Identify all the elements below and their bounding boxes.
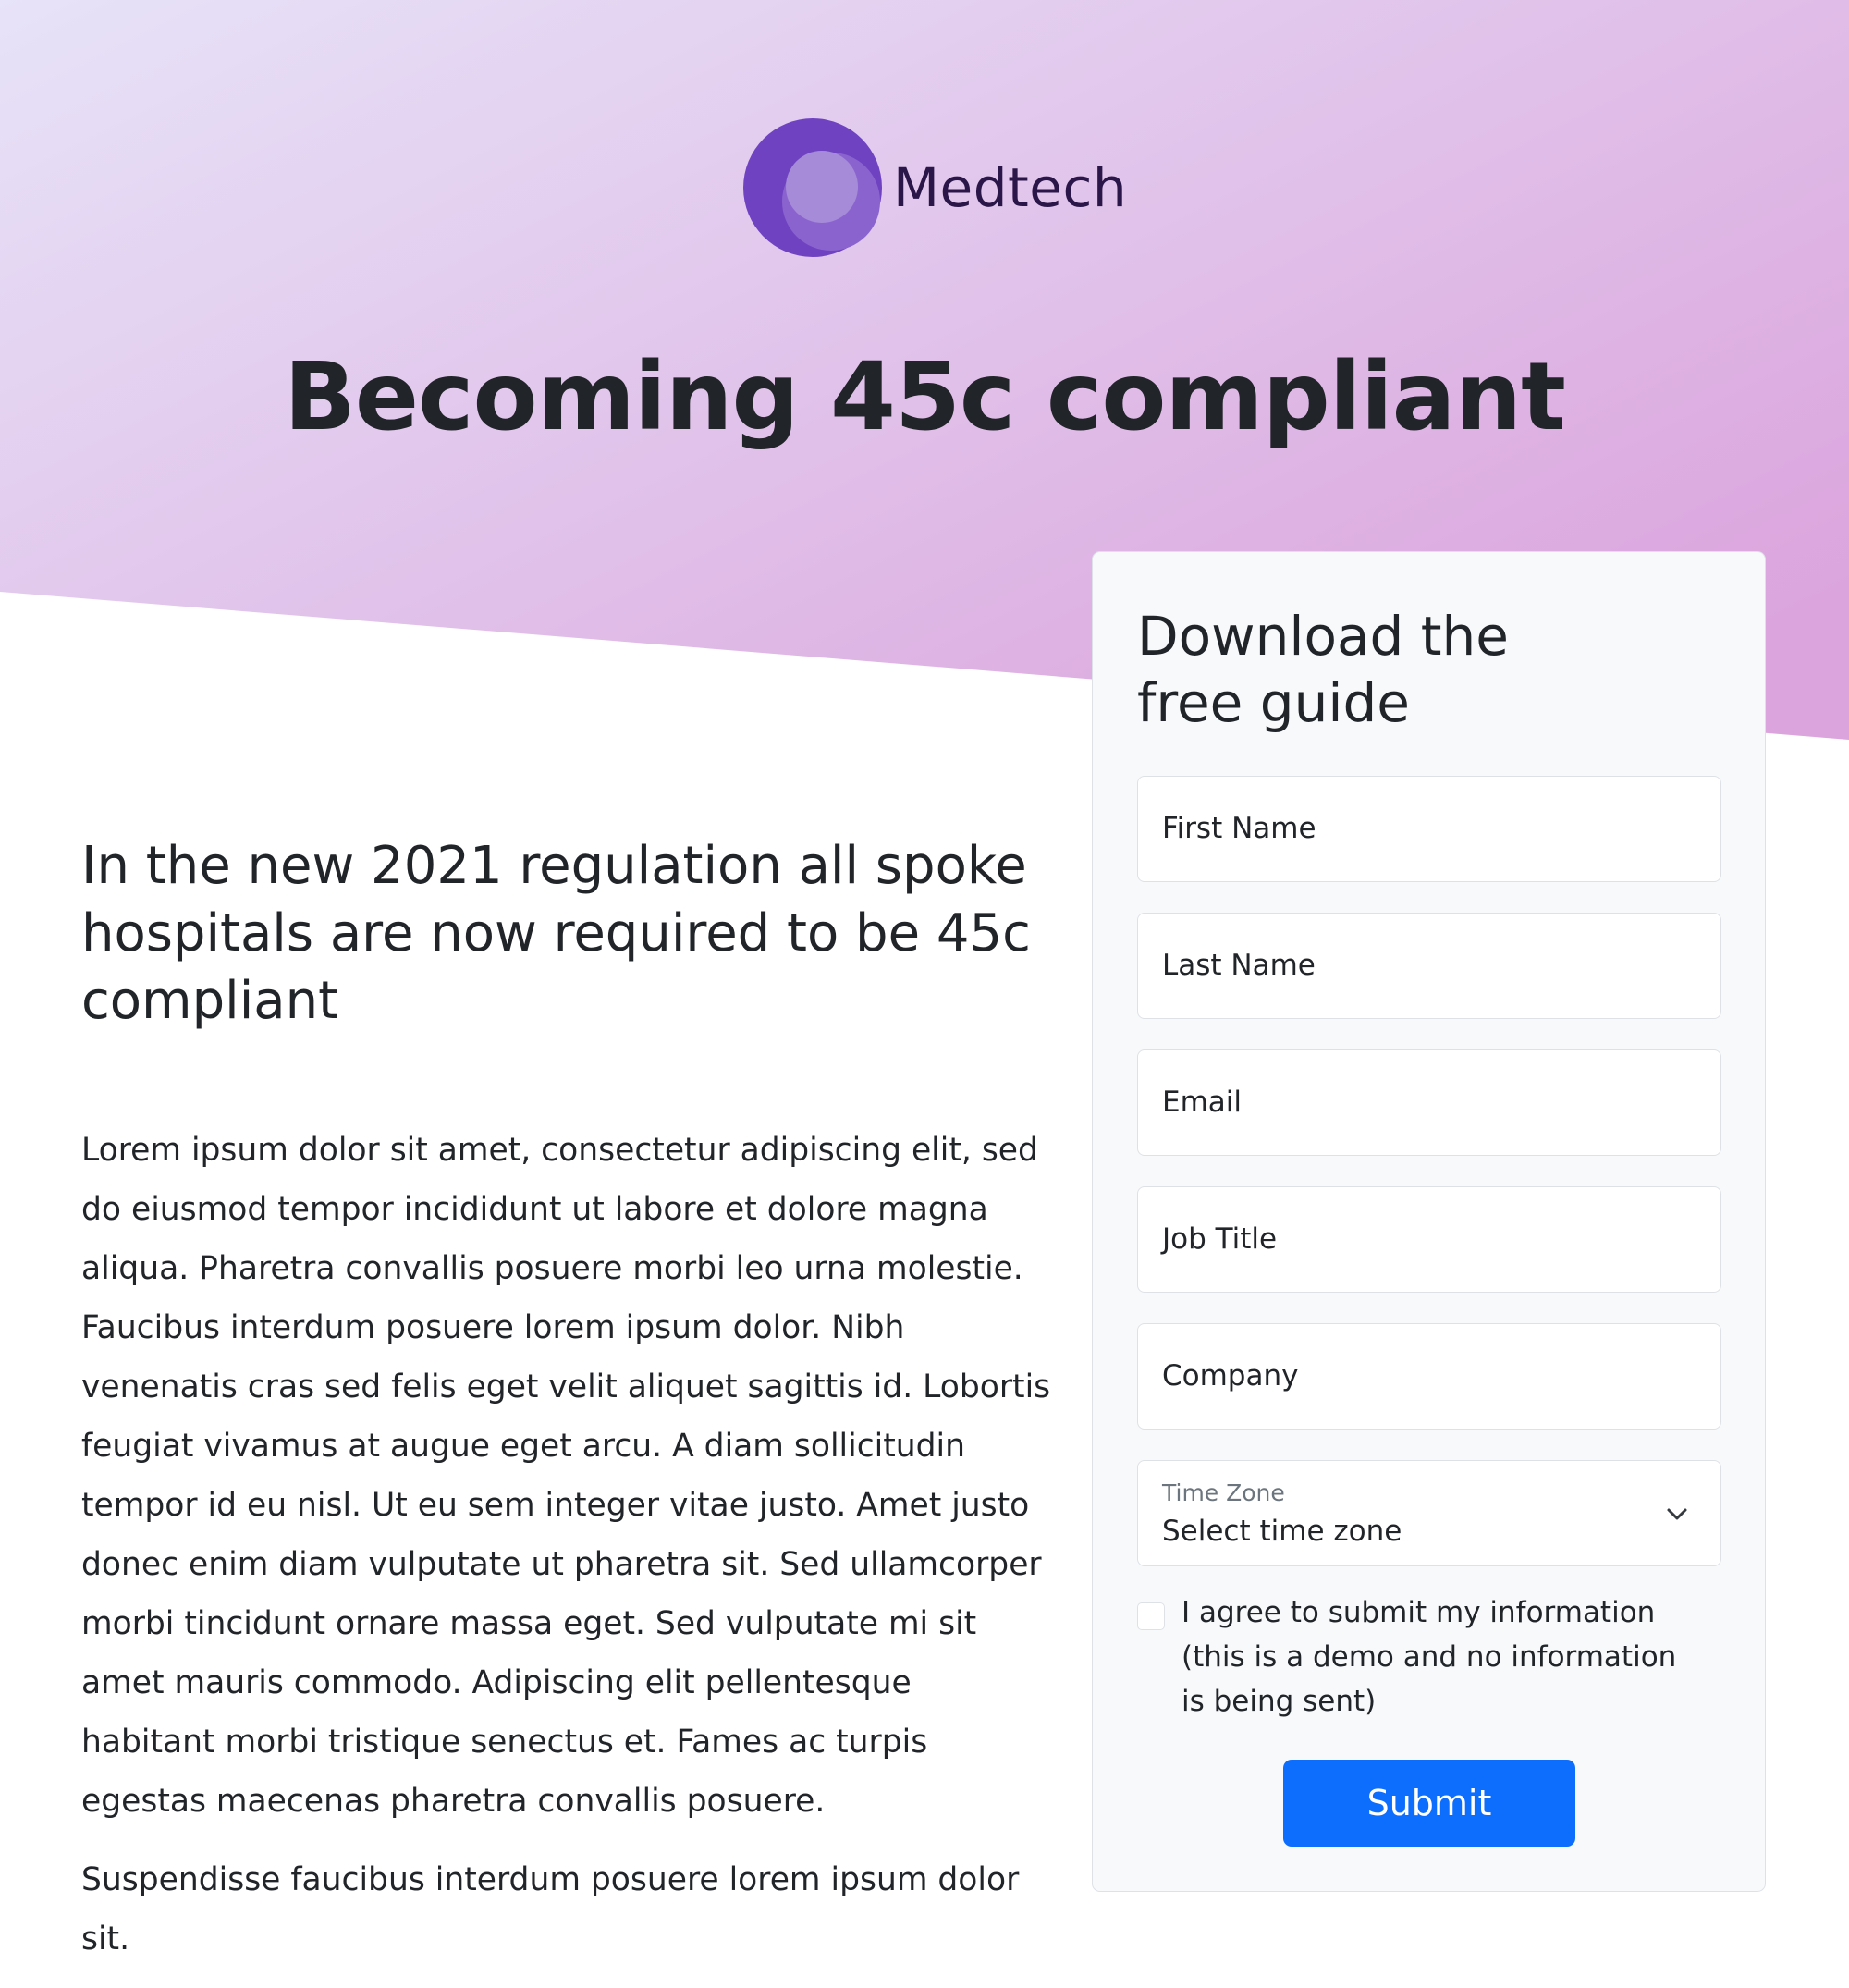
time-zone-value: Select time zone <box>1162 1515 1402 1548</box>
page-title: Becoming 45c compliant <box>284 342 1566 452</box>
time-zone-select[interactable]: Time Zone Select time zone <box>1137 1460 1721 1566</box>
form-heading: Download the free guide <box>1137 605 1509 734</box>
content-heading: In the new 2021 regulation all spoke hos… <box>81 836 1031 1031</box>
company-placeholder: Company <box>1162 1359 1299 1393</box>
consent-checkbox[interactable] <box>1137 1602 1165 1630</box>
content-paragraph: Lorem ipsum dolor sit amet, consectetur … <box>81 1132 1051 1820</box>
job-title-field[interactable]: Job Title <box>1137 1186 1721 1293</box>
last-name-field[interactable]: Last Name <box>1137 913 1721 1019</box>
download-form-card: Download the free guide First Name Last … <box>1092 551 1766 1892</box>
chevron-down-icon <box>1667 1508 1687 1520</box>
brand-logo[interactable]: Medtech <box>743 118 1127 257</box>
company-field[interactable]: Company <box>1137 1323 1721 1430</box>
first-name-field[interactable]: First Name <box>1137 776 1721 882</box>
job-title-placeholder: Job Title <box>1162 1222 1278 1256</box>
brand-name: Medtech <box>893 156 1128 219</box>
email-placeholder: Email <box>1162 1086 1243 1119</box>
consent-label[interactable]: I agree to submit my information (this i… <box>1182 1590 1699 1724</box>
email-field[interactable]: Email <box>1137 1049 1721 1156</box>
first-name-placeholder: First Name <box>1162 812 1316 845</box>
last-name-placeholder: Last Name <box>1162 949 1316 982</box>
submit-button[interactable]: Submit <box>1283 1760 1575 1847</box>
medtech-logo-icon <box>743 118 882 257</box>
content-body: Lorem ipsum dolor sit amet, consectetur … <box>81 1121 1052 1988</box>
time-zone-label: Time Zone <box>1162 1479 1285 1506</box>
content-paragraph: Suspendisse faucibus interdum posuere lo… <box>81 1861 1020 1957</box>
